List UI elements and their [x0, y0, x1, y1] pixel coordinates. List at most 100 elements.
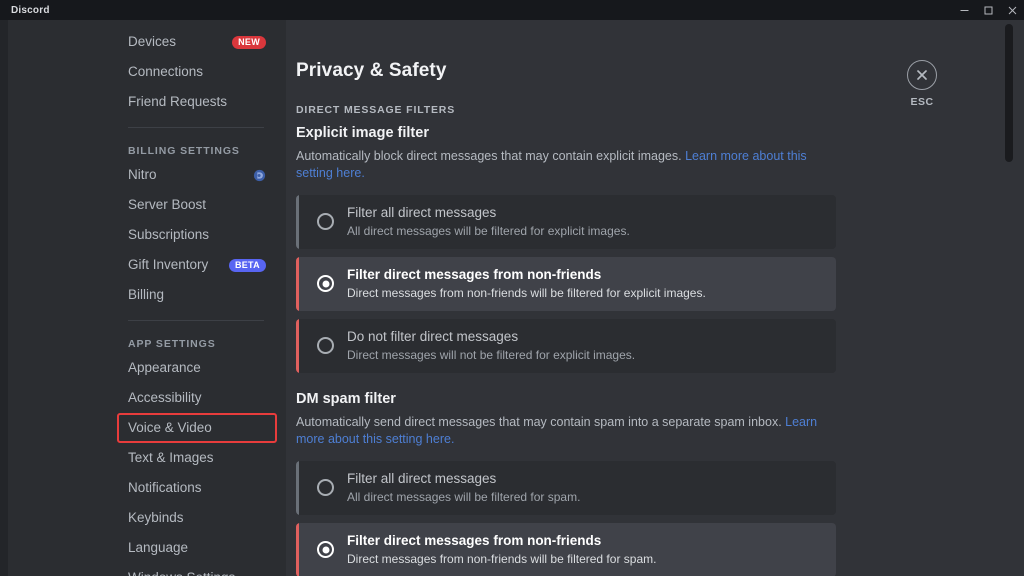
sidebar-item-label: Billing [128, 288, 164, 302]
sidebar-item-accessibility[interactable]: Accessibility [118, 384, 276, 412]
settings-sections: Explicit image filter Automatically block… [296, 125, 836, 576]
radio-option-label: Filter direct messages from non-friends [347, 267, 824, 283]
sidebar-item-label: Language [128, 541, 188, 555]
sidebar-item-label: Gift Inventory [128, 258, 208, 272]
option-accent-bar [296, 195, 299, 249]
sidebar-item-billing[interactable]: Billing [118, 281, 276, 309]
setting-description: Automatically send direct messages that … [296, 414, 826, 449]
radio-option[interactable]: Filter direct messages from non-friends D… [296, 523, 836, 576]
setting-section: DM spam filter Automatically send direct … [296, 391, 836, 576]
radio-option[interactable]: Filter direct messages from non-friends D… [296, 257, 836, 311]
setting-title: DM spam filter [296, 391, 836, 407]
sidebar-item-subscriptions[interactable]: Subscriptions [118, 221, 276, 249]
sidebar-item-label: Server Boost [128, 198, 206, 212]
radio-option-texts: Do not filter direct messagesDirect mess… [347, 329, 824, 363]
sidebar-item-friend-requests[interactable]: Friend Requests [118, 88, 276, 116]
sidebar-divider [128, 127, 264, 128]
radio-button-icon[interactable] [317, 213, 334, 230]
settings-content-panel: Privacy & Safety DIRECT MESSAGE FILTERS … [286, 20, 1024, 576]
radio-option-texts: Filter all direct messages All direct mes… [347, 471, 824, 505]
sidebar-item-language[interactable]: Language [118, 534, 276, 562]
sidebar-item-notifications[interactable]: Notifications [118, 474, 276, 502]
radio-group: Filter all direct messages All direct mes… [296, 461, 836, 576]
close-button[interactable] [1000, 0, 1024, 20]
close-settings-button[interactable]: ESC [898, 60, 946, 108]
setting-description-text: Automatically send direct messages that … [296, 415, 782, 429]
sidebar-item-label: Friend Requests [128, 95, 227, 109]
content-scrollbar-track[interactable] [1005, 20, 1013, 576]
sidebar-item-gift-inventory[interactable]: Gift Inventory BETA [118, 251, 276, 279]
content-scrollbar-thumb[interactable] [1005, 24, 1013, 162]
radio-option-sublabel: All direct messages will be filtered for… [347, 490, 824, 505]
setting-section: Explicit image filter Automatically block… [296, 125, 836, 373]
sidebar-item-appearance[interactable]: Appearance [118, 354, 276, 382]
maximize-button[interactable] [976, 0, 1000, 20]
page-title: Privacy & Safety [296, 60, 836, 82]
sidebar-group-header: APP SETTINGS [118, 332, 276, 350]
radio-group: Filter all direct messages All direct mes… [296, 195, 836, 374]
setting-description: Automatically block direct messages that… [296, 148, 826, 183]
sidebar-item-label: Connections [128, 65, 203, 79]
content-column: Privacy & Safety DIRECT MESSAGE FILTERS … [296, 60, 836, 576]
sidebar-item-label: Voice & Video [128, 421, 212, 435]
sidebar-item-label: Text & Images [128, 451, 214, 465]
sidebar-item-badge: NEW [232, 36, 266, 49]
option-accent-bar [296, 461, 299, 515]
window-titlebar: Discord [0, 0, 1024, 20]
option-accent-bar [296, 257, 299, 311]
radio-button-icon[interactable] [317, 275, 334, 292]
radio-button-icon[interactable] [317, 541, 334, 558]
radio-option-label: Do not filter direct messages [347, 329, 824, 345]
sidebar-item-label: Subscriptions [128, 228, 209, 242]
radio-option-texts: Filter direct messages from non-friends D… [347, 267, 824, 301]
radio-option-texts: Filter direct messages from non-friends D… [347, 533, 824, 567]
sidebar-item-label: Keybinds [128, 511, 184, 525]
radio-button-icon[interactable] [317, 337, 334, 354]
sidebar-item-voice-video[interactable]: Voice & Video [118, 414, 276, 442]
sidebar-divider [128, 320, 264, 321]
discord-settings-window: Discord Authorized Apps Devices NEW Connect… [0, 0, 1024, 576]
sidebar-item-label: Nitro [128, 168, 157, 182]
section-eyebrow: DIRECT MESSAGE FILTERS [296, 104, 836, 116]
radio-option-sublabel: Direct messages from non-friends will be… [347, 552, 824, 567]
radio-option-label: Filter all direct messages [347, 205, 824, 221]
radio-option[interactable]: Do not filter direct messagesDirect mess… [296, 319, 836, 373]
window-body: Authorized Apps Devices NEW Connections Frie… [0, 20, 1024, 576]
nitro-icon [252, 168, 266, 182]
radio-button-icon[interactable] [317, 479, 334, 496]
option-accent-bar [296, 523, 299, 576]
sidebar-item-label: Accessibility [128, 391, 202, 405]
settings-sidebar[interactable]: Authorized Apps Devices NEW Connections Frie… [8, 20, 286, 576]
option-accent-bar [296, 319, 299, 373]
sidebar-item-connections[interactable]: Connections [118, 58, 276, 86]
radio-option[interactable]: Filter all direct messages All direct mes… [296, 195, 836, 249]
sidebar-item-keybinds[interactable]: Keybinds [118, 504, 276, 532]
radio-option-label: Filter direct messages from non-friends [347, 533, 824, 549]
radio-option-sublabel: All direct messages will be filtered for… [347, 224, 824, 239]
radio-option[interactable]: Filter all direct messages All direct mes… [296, 461, 836, 515]
radio-option-texts: Filter all direct messages All direct mes… [347, 205, 824, 239]
radio-option-label: Filter all direct messages [347, 471, 824, 487]
sidebar-item-label: Windows Settings [128, 571, 235, 576]
sidebar-item-label: Notifications [128, 481, 202, 495]
setting-title: Explicit image filter [296, 125, 836, 141]
settings-sidebar-list: Authorized Apps Devices NEW Connections Frie… [8, 20, 286, 576]
sidebar-item-authorized-apps[interactable]: Authorized Apps [118, 20, 276, 26]
sidebar-item-label: Devices [128, 35, 176, 49]
sidebar-item-windows-settings[interactable]: Windows Settings [118, 564, 276, 576]
close-settings-label: ESC [910, 96, 933, 108]
left-gutter [0, 20, 8, 576]
minimize-button[interactable] [952, 0, 976, 20]
window-controls [952, 0, 1024, 20]
window-title: Discord [11, 5, 50, 16]
sidebar-item-server-boost[interactable]: Server Boost [118, 191, 276, 219]
sidebar-item-nitro[interactable]: Nitro [118, 161, 276, 189]
radio-option-sublabel: Direct messages from non-friends will be… [347, 286, 824, 301]
sidebar-item-devices[interactable]: Devices NEW [118, 28, 276, 56]
sidebar-group-header: BILLING SETTINGS [118, 139, 276, 157]
setting-description-text: Automatically block direct messages that… [296, 149, 682, 163]
sidebar-item-badge: BETA [229, 259, 266, 272]
sidebar-item-text-images[interactable]: Text & Images [118, 444, 276, 472]
sidebar-item-label: Appearance [128, 361, 201, 375]
close-x-icon [907, 60, 937, 90]
